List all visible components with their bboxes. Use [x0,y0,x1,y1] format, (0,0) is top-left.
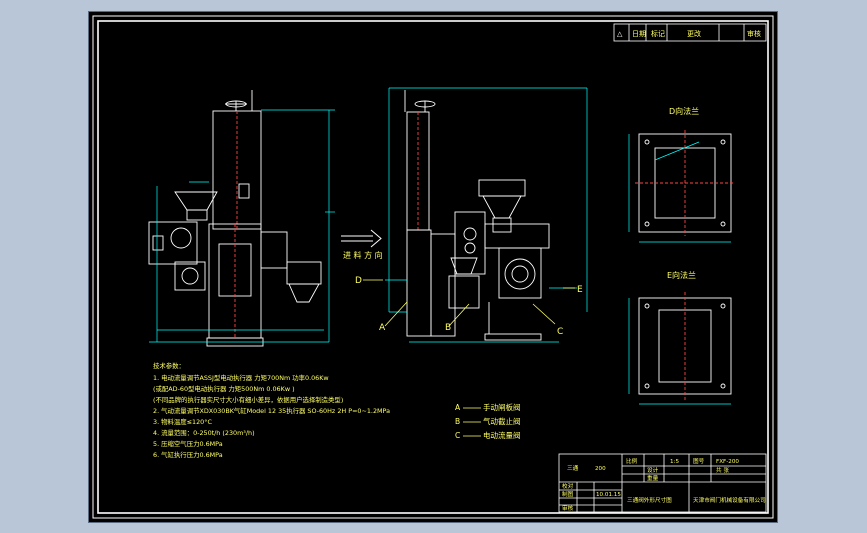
title-block-title: 三通阀外形尺寸图 [627,496,672,504]
d-flange-dimensions [628,134,731,243]
revision-header-review: 审核 [747,29,761,38]
title-block-date: 10.01.15 [596,492,621,498]
inlet-direction-label: 进 料 方 向 [343,250,383,260]
callout-b: B [445,323,451,333]
title-block-design-label: 设计 [647,466,659,474]
callout-leaders [363,279,575,327]
title-block-size: 200 [595,466,606,472]
title-block-check-label: 校对 [562,482,574,490]
title-block-company: 天津市阀门机械设备有限公司 [693,496,766,504]
tech-notes: 技术参数： 1. 电动流量调节ASSJ型电动执行器 力矩700Nm 功率0.06… [153,361,390,459]
cad-drawing: △ 日期 标记 更改 审核 进 料 方 向 A B C D E D向法兰 E向法… [92,15,774,519]
title-block-sheet-label: 共 张 [716,466,729,474]
revision-header-mark: 标记 [651,29,665,38]
e-flange-view [638,292,732,400]
legend-key-c: C [455,431,460,440]
legend-label-c: 电动流量阀 [483,430,521,440]
d-flange-title: D向法兰 [669,106,699,116]
title-block-approve-label: 审核 [562,504,574,512]
inlet-direction-arrow [341,229,382,248]
tech-notes-heading: 技术参数： [153,361,185,370]
tech-note-line: 3. 物料温度≤120°C [153,417,212,426]
title-block-draw-label: 制图 [562,490,574,498]
callout-a: A [379,323,386,333]
title-block-drawing-no: FXF-200 [716,459,739,465]
legend-key-b: B [455,417,460,426]
tech-note-line: 2. 气动流量调节XDX030BK气缸Model 12 35执行器 SO-60H… [153,406,390,415]
tech-note-line: 4. 流量范围：0-250t/h (230m³/h) [153,428,255,437]
center-view-dimensions [385,87,588,343]
revision-header-change: 更改 [687,29,701,38]
callout-e: E [577,285,583,295]
left-view-assembly [148,90,322,347]
callout-d: D [355,276,362,286]
revision-header-triangle: △ [617,30,623,38]
valve-legend: A 手动闸板阀 B 气动截止阀 C 电动流量阀 [455,402,521,440]
revision-header-date: 日期 [632,30,646,38]
legend-label-a: 手动闸板阀 [483,402,521,412]
d-flange-view [635,130,735,236]
center-view-assembly [404,90,550,341]
tech-note-line: 6. 气缸执行压力0.6MPa [153,450,223,459]
title-block-drawing-no-label: 图号 [693,457,705,465]
title-block-scale-value: 1:5 [670,459,679,465]
tech-note-line: 1. 电动流量调节ASSJ型电动执行器 力矩700Nm 功率0.06Kw [153,373,329,382]
title-block-scale-label: 比例 [626,457,638,465]
e-flange-dimensions [628,298,731,405]
legend-label-b: 气动截止阀 [483,416,521,426]
e-flange-title: E向法兰 [667,270,696,280]
title-block-weight-label: 重量 [647,474,659,482]
left-view-dimensions [149,109,335,343]
title-block-part-name: 三通 [567,464,579,472]
tech-note-line: (或配AD-60型电动执行器 力矩500Nm 0.06Kw ) [153,384,295,393]
callout-c: C [557,327,563,337]
tech-note-line: 5. 压缩空气压力0.6MPa [153,439,223,448]
legend-key-a: A [455,403,461,412]
drawing-sheet: △ 日期 标记 更改 审核 进 料 方 向 A B C D E D向法兰 E向法… [89,12,777,522]
tech-note-line: (不同品牌的执行器实尺寸大小有细小差异，依据用户选择制造类型) [153,395,343,404]
